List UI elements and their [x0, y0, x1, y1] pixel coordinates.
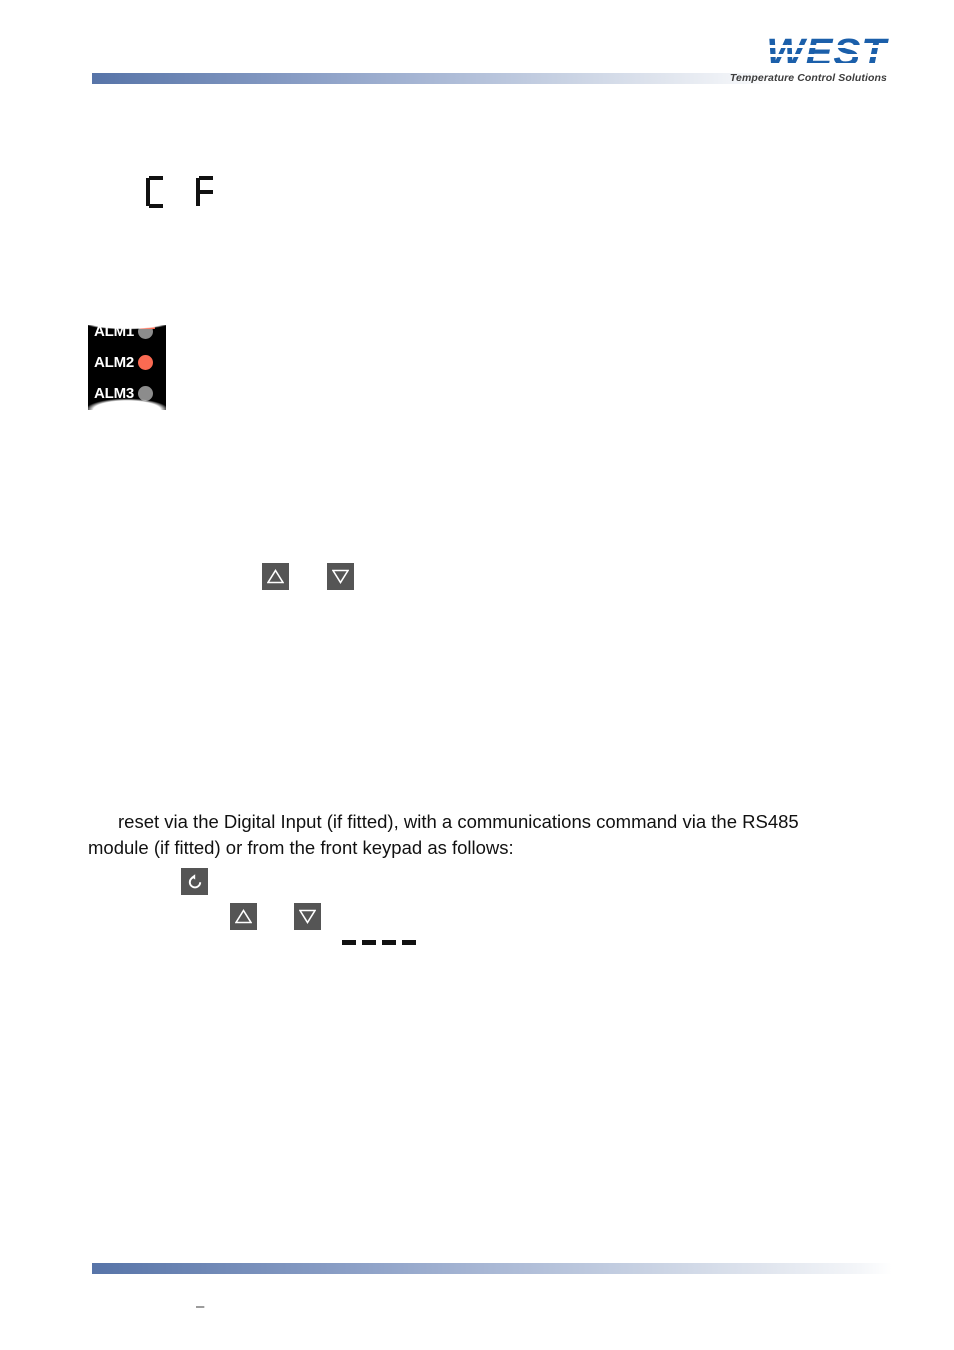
alarm-label-alm1: ALM1	[94, 323, 135, 340]
alarm-row-alm2: ALM2	[88, 347, 166, 378]
triangle-up-icon	[235, 909, 252, 924]
unit-indicator-glyphs	[146, 176, 216, 208]
triangle-down-icon	[332, 569, 349, 584]
alarm-led-alm1	[138, 324, 154, 339]
down-key-button[interactable]	[294, 903, 321, 930]
alarm-label-alm3: ALM3	[94, 385, 135, 402]
page-number: –	[196, 1298, 205, 1315]
keypad-row-secondary	[230, 903, 321, 930]
page-header: WEST Temperature Control Solutions	[0, 0, 954, 110]
triangle-up-icon	[267, 569, 284, 584]
alarm-label-alm2: ALM2	[94, 354, 135, 371]
down-key-button[interactable]	[327, 563, 354, 590]
alarm-led-alm2	[138, 355, 154, 370]
dash-segment	[342, 940, 356, 945]
west-logo: WEST Temperature Control Solutions	[727, 34, 888, 86]
header-rule	[92, 73, 772, 84]
triangle-down-icon	[299, 909, 316, 924]
body-paragraph: reset via the Digital Input (if fitted),…	[88, 810, 799, 858]
alarm-indicator-panel: ALM1 ALM2 ALM3	[88, 316, 166, 410]
seg-char-celsius	[146, 176, 166, 208]
alarm-led-alm3	[138, 386, 154, 401]
reset-key-button[interactable]	[181, 868, 208, 895]
alarm-row-alm3: ALM3	[88, 378, 166, 409]
circular-arrow-icon	[188, 873, 201, 888]
alarm-row-alm1: ALM1	[88, 316, 166, 347]
dash-segment	[402, 940, 416, 945]
up-key-button[interactable]	[230, 903, 257, 930]
keypad-row-primary	[262, 563, 354, 590]
dashes-readout	[342, 940, 416, 945]
brand-wordmark: WEST	[766, 32, 887, 74]
footer-rule	[92, 1263, 892, 1274]
dash-segment	[382, 940, 396, 945]
brand-tagline: Temperature Control Solutions	[729, 72, 887, 84]
up-key-button[interactable]	[262, 563, 289, 590]
dash-segment	[362, 940, 376, 945]
seg-char-fahrenheit	[196, 176, 216, 208]
